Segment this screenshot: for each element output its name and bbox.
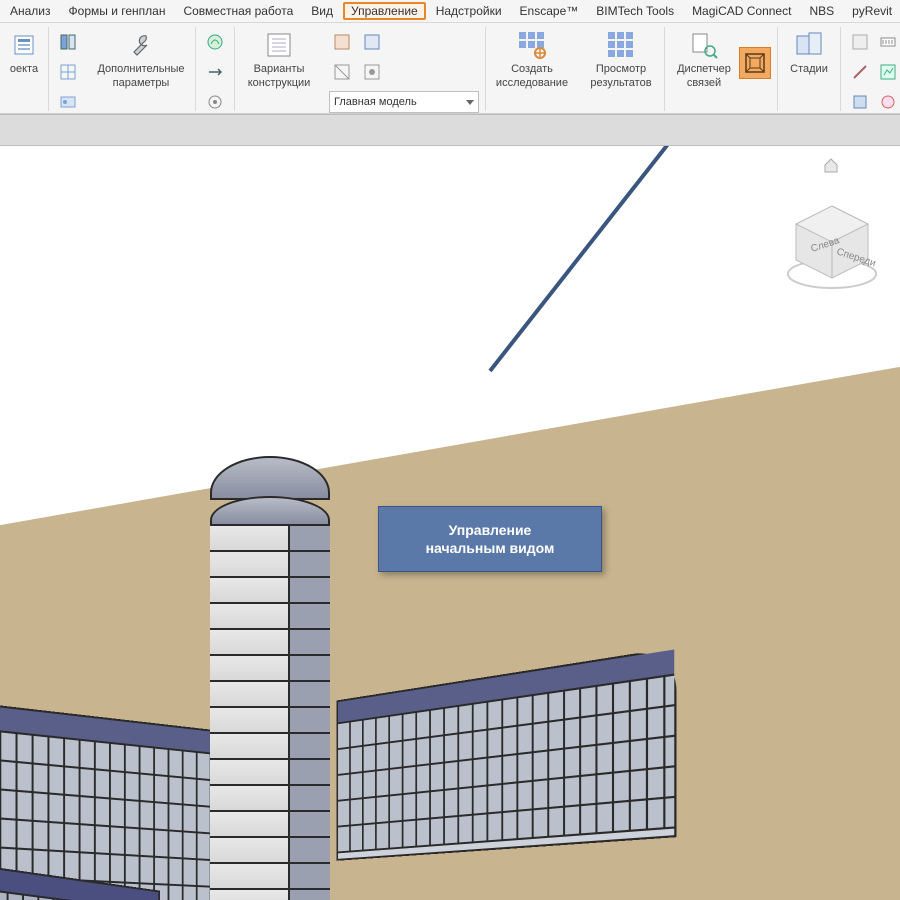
phases-button[interactable]: Стадии <box>784 27 834 75</box>
link-manager-label2: связей <box>687 77 721 89</box>
design-options-label1: Варианты <box>254 63 305 75</box>
link-manager-label1: Диспетчер <box>677 63 731 75</box>
wrench-icon <box>125 29 157 61</box>
group-create-study: Создать исследование <box>486 27 578 111</box>
additional-params-label1: Дополнительные <box>97 63 184 75</box>
project-label: оекта <box>10 63 38 75</box>
main-model-select[interactable]: Главная модель <box>329 91 479 113</box>
create-study-button[interactable]: Создать исследование <box>492 27 572 89</box>
small-r5[interactable] <box>875 59 900 85</box>
tab-massing[interactable]: Формы и генплан <box>61 2 174 20</box>
group-project-partial: оекта <box>0 27 49 111</box>
group-misc-right <box>841 27 900 111</box>
additional-params-label2: параметры <box>113 77 170 89</box>
small-btn-1b[interactable] <box>55 59 81 85</box>
small-btn-3a[interactable] <box>329 29 355 55</box>
building-wing-left <box>0 700 220 900</box>
additional-params-button[interactable]: Дополнительные параметры <box>93 27 189 89</box>
tab-addins[interactable]: Надстройки <box>428 2 510 20</box>
group-small-1 <box>49 27 87 111</box>
design-options-button[interactable]: Варианты конструкции <box>241 27 317 89</box>
callout-line1: Управление <box>426 521 555 539</box>
home-icon[interactable] <box>822 156 840 174</box>
group-view-results: Просмотр результатов <box>578 27 665 111</box>
project-button-partial[interactable]: оекта <box>6 27 42 75</box>
link-manager-button[interactable]: Диспетчер связей <box>671 27 737 89</box>
building-wing-right <box>337 647 677 861</box>
view-results-label1: Просмотр <box>596 63 646 75</box>
group-additional-params: Дополнительные параметры <box>87 27 196 111</box>
starting-view-icon <box>744 52 766 74</box>
tab-magicad[interactable]: MagiCAD Connect <box>684 2 799 20</box>
view-results-label2: результатов <box>590 77 651 89</box>
main-model-value: Главная модель <box>334 96 417 108</box>
ribbon-tabs: Анализ Формы и генплан Совместная работа… <box>0 0 900 23</box>
create-study-icon <box>516 29 548 61</box>
tab-view[interactable]: Вид <box>303 2 341 20</box>
view-results-icon <box>605 29 637 61</box>
small-btn-3c[interactable] <box>329 59 355 85</box>
ribbon-gap <box>0 114 900 146</box>
tab-enscape[interactable]: Enscape™ <box>512 2 587 20</box>
viewcube[interactable]: Слева Спереди <box>782 196 882 296</box>
building-tower <box>210 456 330 900</box>
group-phases: Стадии <box>778 27 841 111</box>
group-model-select: Главная модель <box>323 27 486 111</box>
ribbon: оекта Дополнительные параметры <box>0 23 900 114</box>
tab-bimtech[interactable]: BIMTech Tools <box>588 2 682 20</box>
small-r4[interactable] <box>875 29 900 55</box>
viewport-3d[interactable]: Управление начальным видом Слева Спереди <box>0 146 900 900</box>
callout-line2: начальным видом <box>426 539 555 557</box>
small-r2[interactable] <box>847 59 873 85</box>
starting-view-button[interactable] <box>739 47 771 79</box>
phases-icon <box>793 29 825 61</box>
group-link-manager: Диспетчер связей <box>665 27 778 111</box>
tab-collab[interactable]: Совместная работа <box>175 2 301 20</box>
small-r6[interactable] <box>875 89 900 115</box>
small-btn-3b[interactable] <box>359 29 385 55</box>
small-r3[interactable] <box>847 89 873 115</box>
view-results-button[interactable]: Просмотр результатов <box>584 27 658 89</box>
group-small-2 <box>196 27 235 111</box>
small-btn-3d[interactable] <box>359 59 385 85</box>
tab-pyrevit[interactable]: pyRevit <box>844 2 900 20</box>
link-manager-icon <box>688 29 720 61</box>
callout-box: Управление начальным видом <box>378 506 602 572</box>
building-model <box>0 476 730 900</box>
create-study-label2: исследование <box>496 77 568 89</box>
small-btn-2b[interactable] <box>202 59 228 85</box>
small-btn-2a[interactable] <box>202 29 228 55</box>
phases-label: Стадии <box>790 63 828 75</box>
tab-nbs[interactable]: NBS <box>801 2 842 20</box>
tab-manage[interactable]: Управление <box>343 2 426 20</box>
group-design-options: Варианты конструкции <box>235 27 323 111</box>
small-btn-2c[interactable] <box>202 89 228 115</box>
project-icon <box>8 29 40 61</box>
tab-analysis[interactable]: Анализ <box>2 2 59 20</box>
create-study-label1: Создать <box>511 63 553 75</box>
small-btn-1a[interactable] <box>55 29 81 55</box>
design-options-label2: конструкции <box>248 77 311 89</box>
design-options-icon <box>263 29 295 61</box>
chevron-down-icon <box>466 100 474 105</box>
small-btn-1c[interactable] <box>55 89 81 115</box>
small-r1[interactable] <box>847 29 873 55</box>
